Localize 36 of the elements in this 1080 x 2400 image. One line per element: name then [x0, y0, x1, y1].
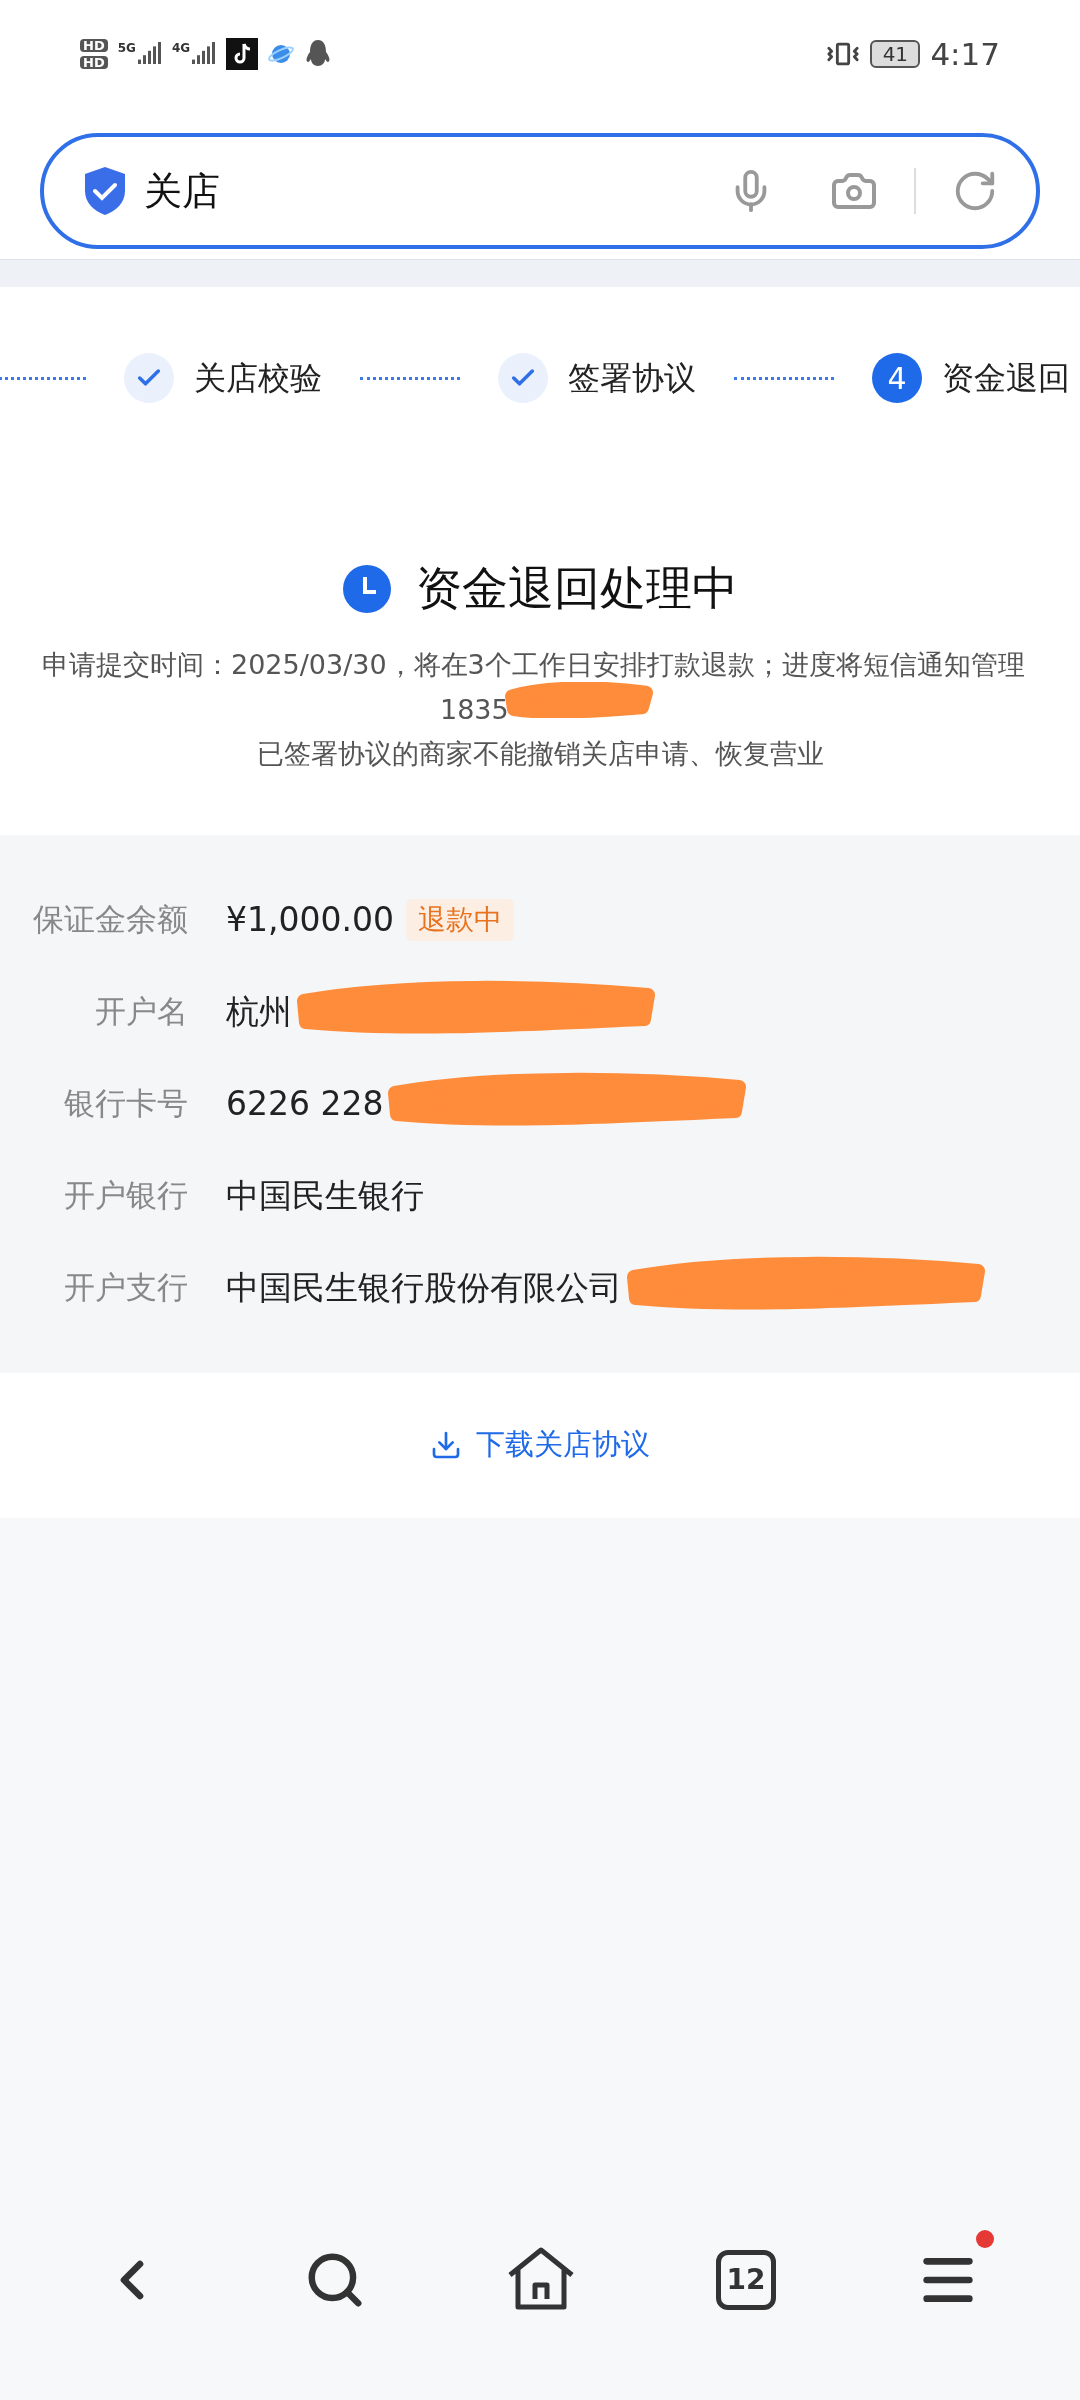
field-value: 中国民生银行 — [226, 1174, 424, 1217]
battery-indicator: 41 — [870, 40, 921, 68]
field-label: 保证金余额 — [32, 900, 188, 940]
music-note-icon — [226, 38, 259, 70]
field-label: 开户支行 — [63, 1268, 188, 1308]
home-icon[interactable] — [506, 2247, 576, 2313]
field-label: 开户银行 — [63, 1176, 188, 1216]
network-label: 4G — [171, 42, 191, 54]
field-value: ¥1,000.00 — [226, 898, 394, 941]
step-label: 关店校验 — [194, 358, 322, 399]
step-label: 签署协议 — [568, 358, 696, 399]
step-label: 资金退回 — [942, 358, 1070, 399]
network-label: 5G — [117, 42, 136, 54]
signal-icon — [137, 42, 162, 66]
phone-number: 1835 — [440, 693, 509, 725]
warning-note: 已签署协议的商家不能撤销关店申请、恢复营业 — [256, 737, 824, 771]
field-value: 中国民生银行股份有限公司 — [226, 1266, 622, 1309]
clock-icon — [342, 563, 392, 614]
clock-time: 4:17 — [930, 34, 1000, 74]
field-value: 6226 228 — [226, 1082, 384, 1125]
signal-icon — [192, 42, 217, 66]
tabs-counter[interactable]: 12 — [716, 2250, 776, 2310]
step-number: 4 — [872, 353, 922, 403]
status-title: 资金退回处理中 — [416, 560, 738, 617]
download-icon — [430, 1429, 462, 1461]
shield-check-icon — [82, 165, 128, 217]
field-value: 杭州 — [226, 990, 292, 1033]
field-label: 开户名 — [94, 992, 188, 1032]
description-text: 申请提交时间：2025/03/30，将在3个工作日安排打款退款；进度将短信通知管理 — [42, 649, 1025, 680]
sim-label: HD — [80, 39, 108, 52]
search-query: 关店 — [144, 167, 221, 215]
download-link[interactable]: 下载关店协议 — [430, 1423, 650, 1467]
sim-label: HD — [80, 56, 108, 69]
search-field[interactable]: 关店 — [40, 133, 1040, 249]
field-label: 银行卡号 — [63, 1084, 188, 1124]
status-tag: 退款中 — [405, 898, 514, 941]
